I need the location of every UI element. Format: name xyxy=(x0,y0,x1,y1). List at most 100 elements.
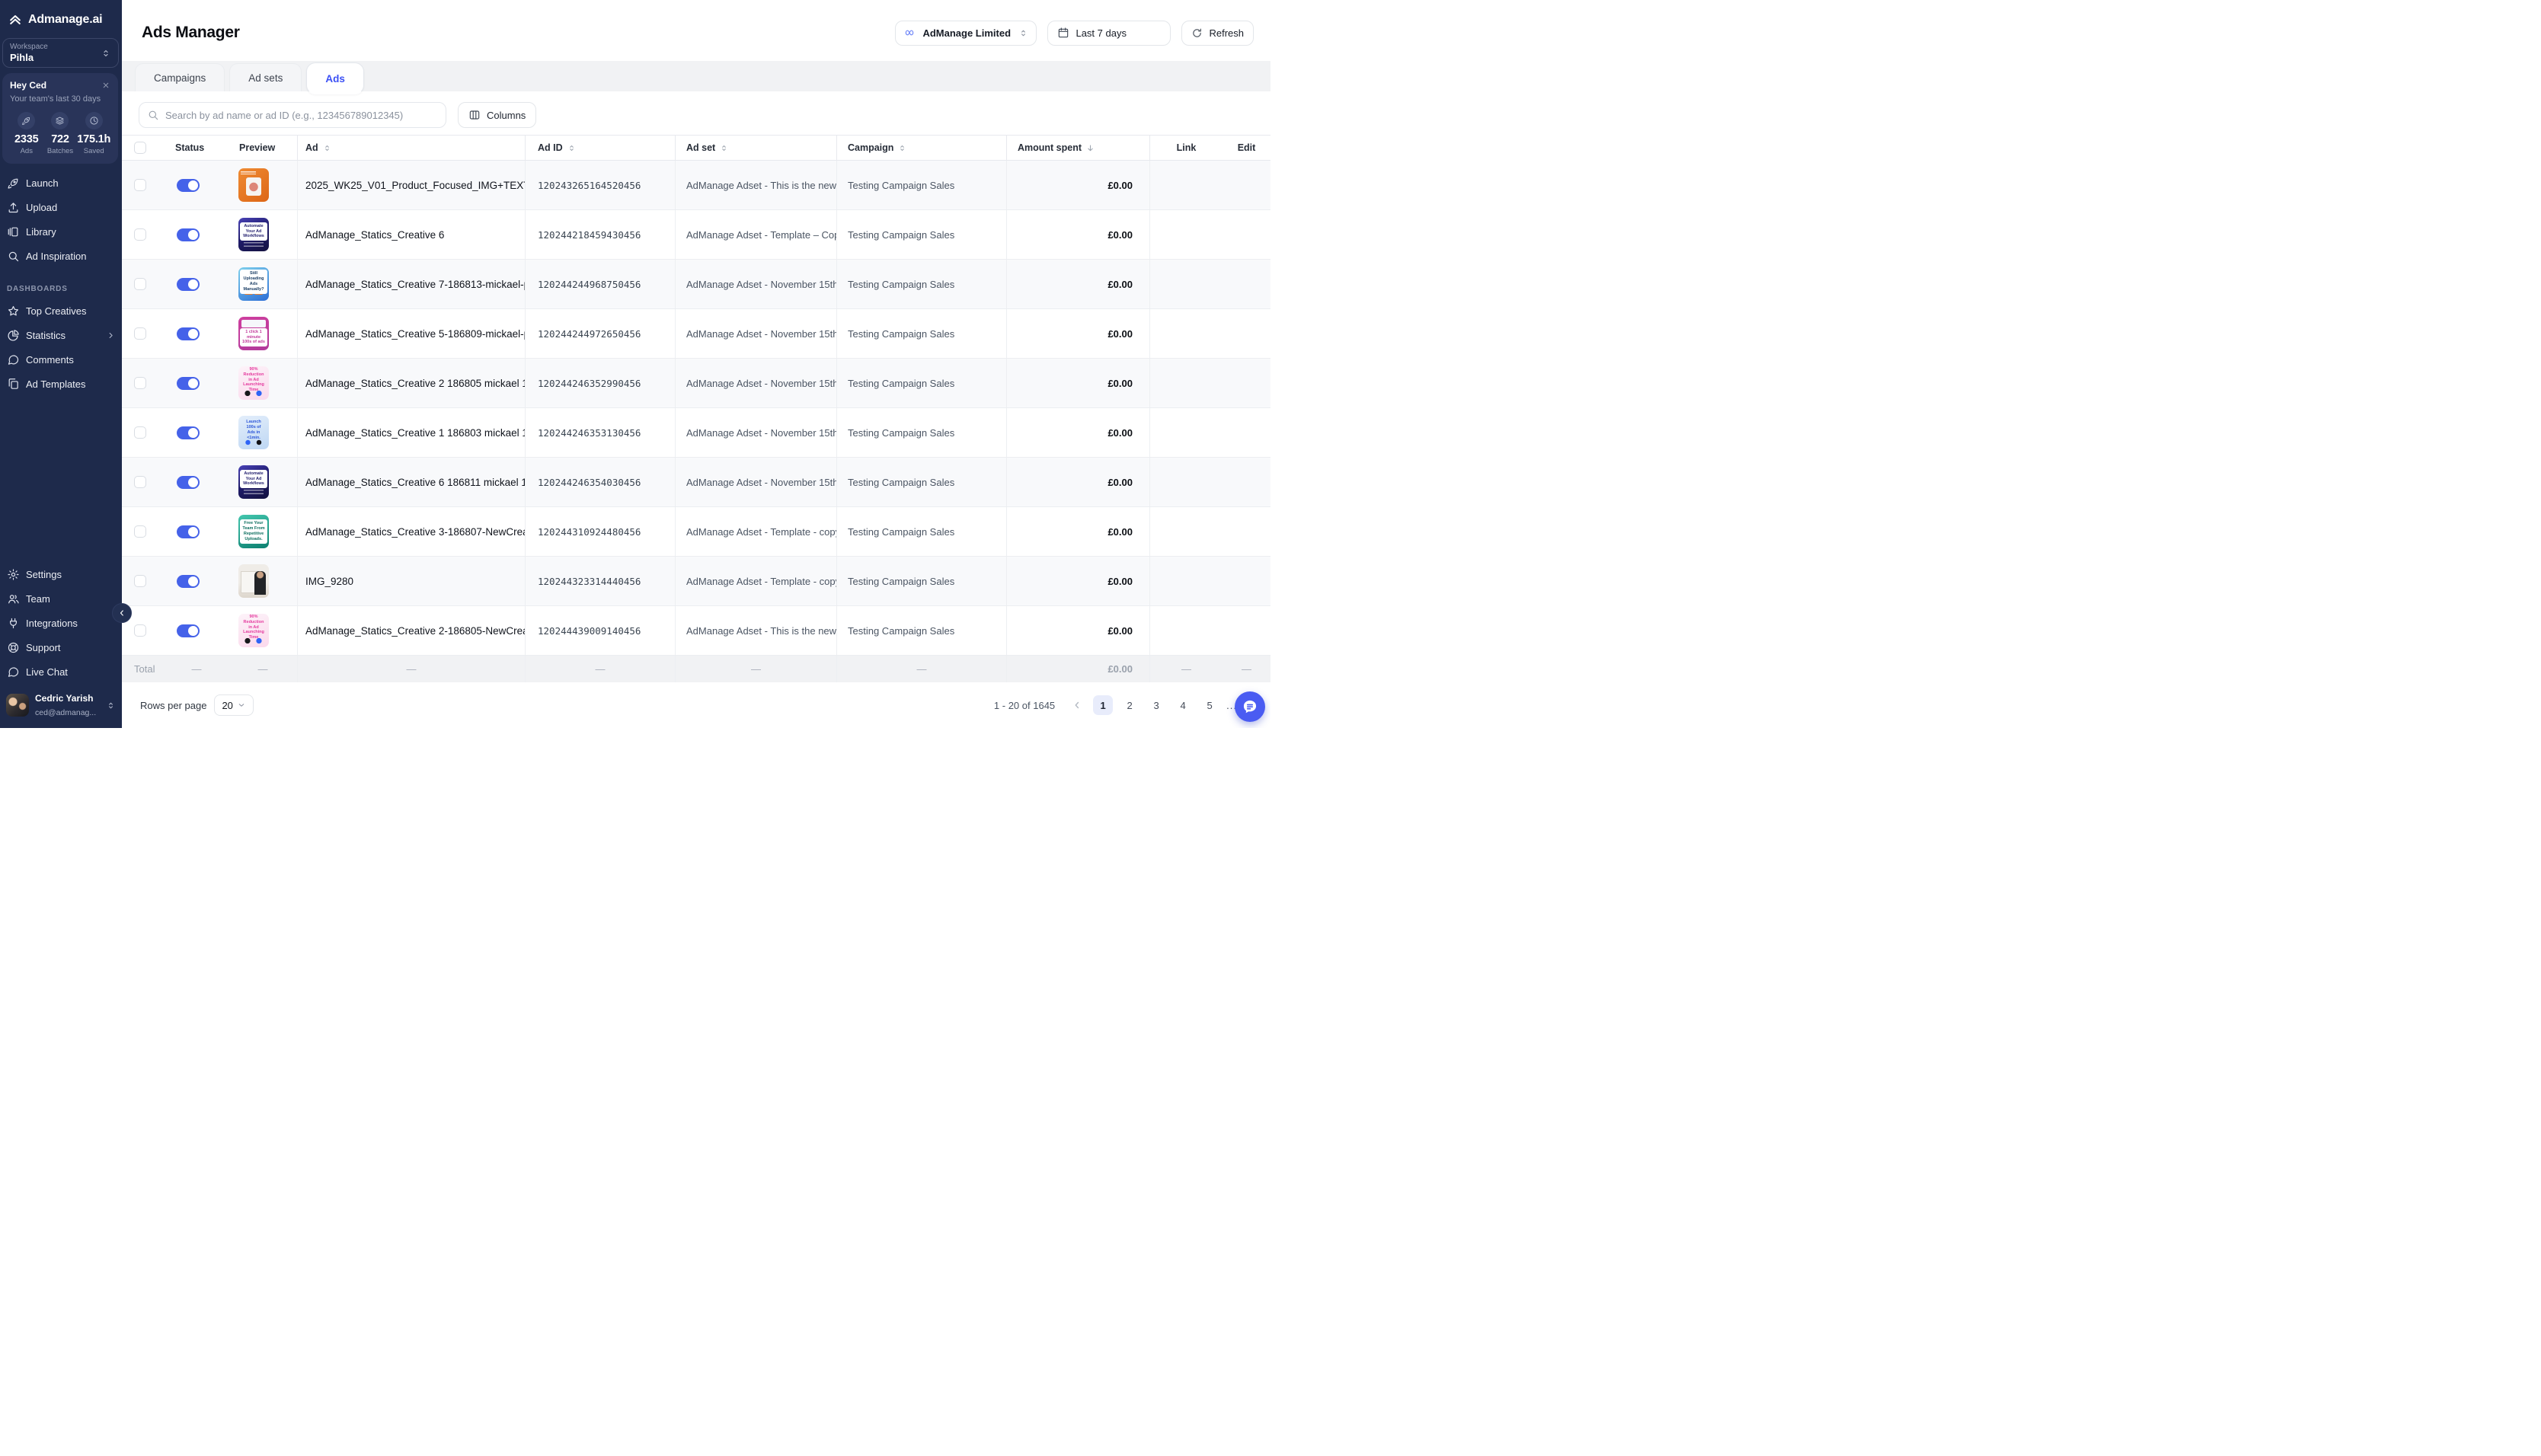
external-link-icon[interactable] xyxy=(1180,179,1193,192)
page-button-3[interactable]: 3 xyxy=(1146,695,1166,715)
sidebar-item-launch[interactable]: Launch xyxy=(0,171,122,195)
select-all-checkbox[interactable] xyxy=(134,142,146,154)
account-selector[interactable]: AdManage Limited xyxy=(895,21,1037,46)
workspace-selector[interactable]: Workspace Pihla xyxy=(2,38,119,68)
page-button-1[interactable]: 1 xyxy=(1093,695,1113,715)
row-checkbox[interactable] xyxy=(134,525,146,538)
rows-per-page-select[interactable]: 20 xyxy=(214,694,253,716)
ad-preview-thumbnail[interactable] xyxy=(238,564,269,598)
row-checkbox[interactable] xyxy=(134,377,146,389)
column-header-ad[interactable]: Ad xyxy=(297,136,525,160)
logo[interactable]: Admanage.ai xyxy=(0,0,122,35)
columns-button[interactable]: Columns xyxy=(458,102,536,128)
external-link-icon[interactable] xyxy=(1180,327,1193,340)
ad-preview-thumbnail[interactable]: Free Your Team From Repetitive Uploads. xyxy=(238,515,269,548)
sidebar-item-top-creatives[interactable]: Top Creatives xyxy=(0,299,122,323)
edit-icon[interactable] xyxy=(1240,575,1253,588)
edit-icon[interactable] xyxy=(1240,278,1253,291)
refresh-button[interactable]: Refresh xyxy=(1181,21,1254,46)
ad-preview-thumbnail[interactable]: Automate Your Ad Workflows xyxy=(238,218,269,251)
ad-preview-thumbnail[interactable]: 90% Reduction in Ad Launching Time xyxy=(238,614,269,647)
page-button-5[interactable]: 5 xyxy=(1200,695,1219,715)
close-icon[interactable] xyxy=(101,81,110,90)
sidebar-item-live-chat[interactable]: Live Chat xyxy=(0,659,122,684)
status-toggle[interactable] xyxy=(177,525,200,538)
ad-preview-thumbnail[interactable] xyxy=(238,168,269,202)
external-link-icon[interactable] xyxy=(1180,525,1193,538)
edit-icon[interactable] xyxy=(1240,426,1253,439)
column-header-ad-id[interactable]: Ad ID xyxy=(525,136,675,160)
ad-name[interactable]: IMG_9280 xyxy=(297,557,525,605)
sidebar-item-settings[interactable]: Settings xyxy=(0,562,122,586)
ad-name[interactable]: AdManage_Statics_Creative 6 186811 micka… xyxy=(297,458,525,506)
sidebar-item-ad-templates[interactable]: Ad Templates xyxy=(0,372,122,396)
status-toggle[interactable] xyxy=(177,278,200,291)
ad-preview-thumbnail[interactable]: Automate Your Ad Workflows xyxy=(238,465,269,499)
edit-icon[interactable] xyxy=(1240,377,1253,390)
row-checkbox[interactable] xyxy=(134,575,146,587)
prev-page-button[interactable] xyxy=(1068,696,1086,714)
column-header-campaign[interactable]: Campaign xyxy=(836,136,1006,160)
edit-icon[interactable] xyxy=(1240,327,1253,340)
external-link-icon[interactable] xyxy=(1180,228,1193,241)
status-toggle[interactable] xyxy=(177,228,200,241)
external-link-icon[interactable] xyxy=(1180,278,1193,291)
column-header-amount-spent[interactable]: Amount spent xyxy=(1006,136,1149,160)
ad-name[interactable]: AdManage_Statics_Creative 7-186813-micka… xyxy=(297,260,525,308)
sidebar-collapse-button[interactable] xyxy=(112,603,132,623)
date-range-picker[interactable]: Last 7 days xyxy=(1047,21,1171,46)
search-input[interactable] xyxy=(139,102,446,128)
sidebar-item-support[interactable]: Support xyxy=(0,635,122,659)
tab-ad-sets[interactable]: Ad sets xyxy=(229,63,302,91)
external-link-icon[interactable] xyxy=(1180,575,1193,588)
external-link-icon[interactable] xyxy=(1180,426,1193,439)
status-toggle[interactable] xyxy=(177,624,200,637)
tab-ads[interactable]: Ads xyxy=(306,62,364,94)
ad-preview-thumbnail[interactable]: Launch 100s of Ads in <1min. xyxy=(238,416,269,449)
ad-preview-thumbnail[interactable]: 1 click 1 minute 100s of ads xyxy=(238,317,269,350)
ad-name[interactable]: AdManage_Statics_Creative 6 xyxy=(297,210,525,259)
status-toggle[interactable] xyxy=(177,575,200,588)
tab-campaigns[interactable]: Campaigns xyxy=(135,63,225,91)
sidebar-item-comments[interactable]: Comments xyxy=(0,347,122,372)
ad-name[interactable]: AdManage_Statics_Creative 3-186807-NewCr… xyxy=(297,507,525,556)
sidebar-item-upload[interactable]: Upload xyxy=(0,195,122,219)
row-checkbox[interactable] xyxy=(134,228,146,241)
sidebar-item-statistics[interactable]: Statistics xyxy=(0,323,122,347)
user-menu[interactable]: Cedric Yarish ced@admanag... xyxy=(0,684,122,728)
status-toggle[interactable] xyxy=(177,179,200,192)
live-chat-button[interactable] xyxy=(1235,691,1265,722)
column-header-ad-set[interactable]: Ad set xyxy=(675,136,836,160)
edit-icon[interactable] xyxy=(1240,179,1253,192)
row-checkbox[interactable] xyxy=(134,327,146,340)
edit-icon[interactable] xyxy=(1240,525,1253,538)
external-link-icon[interactable] xyxy=(1180,377,1193,390)
external-link-icon[interactable] xyxy=(1180,476,1193,489)
ad-preview-thumbnail[interactable]: Still Uploading Ads Manually? xyxy=(238,267,269,301)
status-toggle[interactable] xyxy=(177,426,200,439)
edit-icon[interactable] xyxy=(1240,476,1253,489)
ad-name[interactable]: AdManage_Statics_Creative 2 186805 micka… xyxy=(297,359,525,407)
edit-icon[interactable] xyxy=(1240,228,1253,241)
sidebar-item-ad-inspiration[interactable]: Ad Inspiration xyxy=(0,244,122,268)
page-button-2[interactable]: 2 xyxy=(1120,695,1139,715)
ad-name[interactable]: AdManage_Statics_Creative 1 186803 micka… xyxy=(297,408,525,457)
status-toggle[interactable] xyxy=(177,327,200,340)
external-link-icon[interactable] xyxy=(1180,624,1193,637)
status-toggle[interactable] xyxy=(177,476,200,489)
status-toggle[interactable] xyxy=(177,377,200,390)
row-checkbox[interactable] xyxy=(134,426,146,439)
ad-name[interactable]: 2025_WK25_V01_Product_Focused_IMG+TEXT_( xyxy=(297,161,525,209)
ad-preview-thumbnail[interactable]: 90% Reduction in Ad Launching Time xyxy=(238,366,269,400)
row-checkbox[interactable] xyxy=(134,278,146,290)
page-button-4[interactable]: 4 xyxy=(1173,695,1193,715)
sidebar-item-integrations[interactable]: Integrations xyxy=(0,611,122,635)
ad-name[interactable]: AdManage_Statics_Creative 2-186805-NewCr… xyxy=(297,606,525,655)
ad-name[interactable]: AdManage_Statics_Creative 5-186809-micka… xyxy=(297,309,525,358)
row-checkbox[interactable] xyxy=(134,179,146,191)
sidebar-item-library[interactable]: Library xyxy=(0,219,122,244)
edit-icon[interactable] xyxy=(1240,624,1253,637)
sidebar-item-team[interactable]: Team xyxy=(0,586,122,611)
row-checkbox[interactable] xyxy=(134,476,146,488)
row-checkbox[interactable] xyxy=(134,624,146,637)
